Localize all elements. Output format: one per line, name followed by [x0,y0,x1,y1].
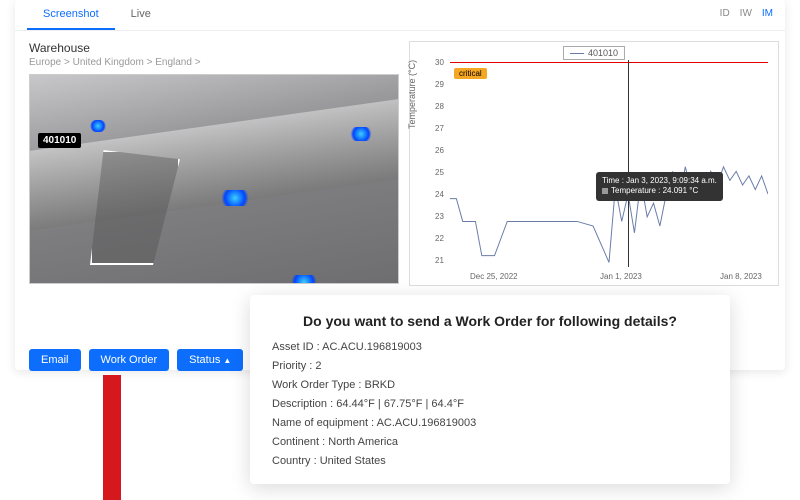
ytick: 29 [435,80,444,89]
chart-legend: 401010 [563,46,625,60]
ytick: 27 [435,124,444,133]
hotspot-icon [220,190,250,206]
crumb-3[interactable]: England [155,57,192,68]
hotspot-icon [290,275,318,284]
chart-cursor-line [628,60,629,267]
modal-row-asset: Asset ID : AC.ACU.196819003 [272,341,708,353]
crumb-1[interactable]: Europe [29,57,61,68]
modal-row-priority: Priority : 2 [272,360,708,372]
work-order-modal: Do you want to send a Work Order for fol… [250,295,730,484]
modal-row-equip: Name of equipment : AC.ACU.196819003 [272,417,708,429]
ytick: 22 [435,234,444,243]
ytick: 25 [435,168,444,177]
ytick: 24 [435,190,444,199]
chart-tooltip: Time : Jan 3, 2023, 9:09:34 a.m. Tempera… [596,172,723,201]
tab-screenshot[interactable]: Screenshot [27,0,115,30]
status-button[interactable]: Status▲ [177,349,243,371]
crumb-2[interactable]: United Kingdom [73,57,144,68]
modal-row-desc: Description : 64.44°F | 67.75°F | 64.4°F [272,398,708,410]
ytick: 26 [435,146,444,155]
ytick: 30 [435,58,444,67]
xtick: Jan 8, 2023 [720,272,762,281]
breadcrumb[interactable]: Europe > United Kingdom > England > [29,57,399,68]
tooltip-temp: Temperature : 24.091 °C [611,186,698,195]
red-indicator-bar [103,375,121,500]
detection-polygon[interactable] [90,150,180,265]
mode-iw[interactable]: IW [740,8,752,22]
y-axis-label: Temperature (°C) [407,59,417,128]
tooltip-time: Time : Jan 3, 2023, 9:09:34 a.m. [602,176,717,186]
modal-row-country: Country : United States [272,455,708,467]
ytick: 23 [435,212,444,221]
view-mode-switch: ID IW IM [720,0,773,30]
mode-im[interactable]: IM [762,8,773,22]
hotspot-icon [350,127,372,141]
modal-row-continent: Continent : North America [272,436,708,448]
xtick: Dec 25, 2022 [470,272,518,281]
ytick: 28 [435,102,444,111]
xtick: Jan 1, 2023 [600,272,642,281]
temperature-chart[interactable]: 401010 Temperature (°C) critical Time : … [409,41,779,286]
series-color-icon [602,188,608,194]
thermal-image[interactable]: 401010 [29,74,399,284]
hotspot-icon [90,120,106,132]
modal-row-type: Work Order Type : BRKD [272,379,708,391]
caret-up-icon: ▲ [223,356,231,365]
work-order-button[interactable]: Work Order [89,349,170,371]
tab-live[interactable]: Live [115,0,167,30]
chart-svg [450,62,768,267]
email-button[interactable]: Email [29,349,81,371]
ytick: 21 [435,256,444,265]
crumb-sep: > [192,57,201,68]
modal-title: Do you want to send a Work Order for fol… [272,313,708,329]
crumb-sep: > [61,57,72,68]
crumb-sep: > [144,57,155,68]
asset-badge: 401010 [38,133,81,148]
mode-id[interactable]: ID [720,8,730,22]
status-label: Status [189,354,220,366]
location-title: Warehouse [29,41,399,55]
